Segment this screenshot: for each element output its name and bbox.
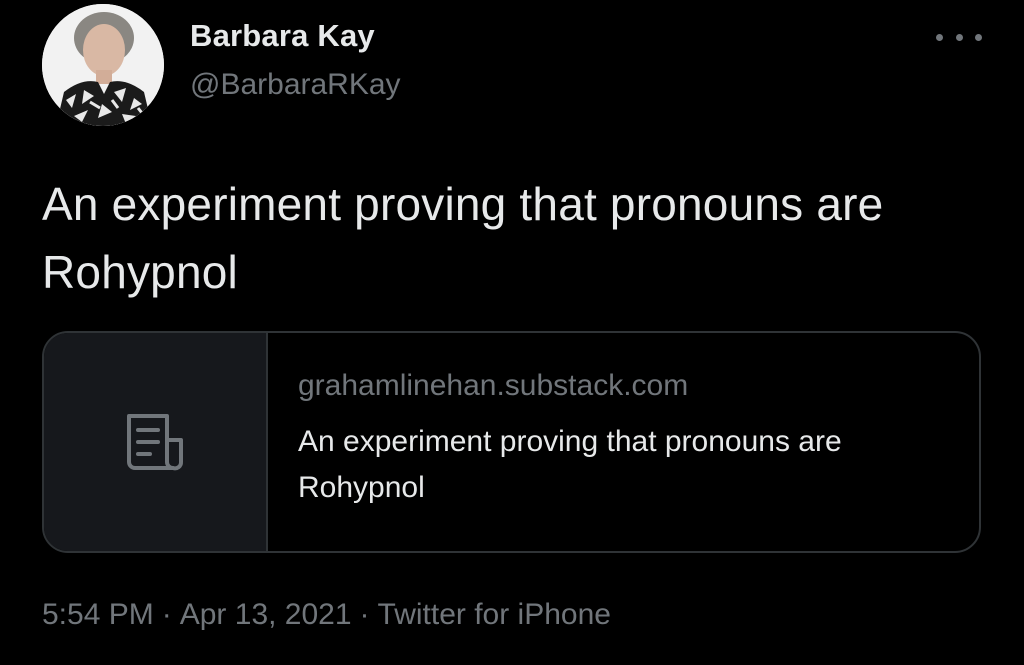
- link-card[interactable]: grahamlinehan.substack.com An experiment…: [42, 331, 981, 553]
- tweet-source[interactable]: Twitter for iPhone: [378, 598, 611, 631]
- author-handle[interactable]: @BarbaraRKay: [190, 68, 401, 102]
- tweet-text: An experiment proving that pronouns are …: [42, 178, 884, 298]
- link-card-title: An experiment proving that pronouns are …: [298, 425, 842, 504]
- tweet: Barbara Kay @BarbaraRKay An experiment p…: [0, 0, 1024, 665]
- link-card-body: grahamlinehan.substack.com An experiment…: [268, 333, 938, 551]
- more-dot: [936, 33, 943, 41]
- link-card-domain: grahamlinehan.substack.com: [298, 369, 689, 402]
- avatar[interactable]: [42, 4, 164, 126]
- author-name[interactable]: Barbara Kay: [190, 18, 375, 54]
- article-icon: [127, 414, 183, 471]
- avatar-image: [42, 4, 164, 126]
- link-card-thumbnail: [44, 333, 268, 551]
- meta-separator: ·: [359, 598, 370, 631]
- more-dot: [975, 33, 982, 41]
- more-dot: [955, 33, 963, 41]
- tweet-time[interactable]: 5:54 PM: [42, 598, 154, 631]
- tweet-date[interactable]: Apr 13, 2021: [180, 598, 352, 631]
- more-options-icon[interactable]: [936, 22, 982, 52]
- tweet-meta: 5:54 PM · Apr 13, 2021 · Twitter for iPhone: [42, 598, 611, 632]
- meta-separator: ·: [161, 598, 172, 631]
